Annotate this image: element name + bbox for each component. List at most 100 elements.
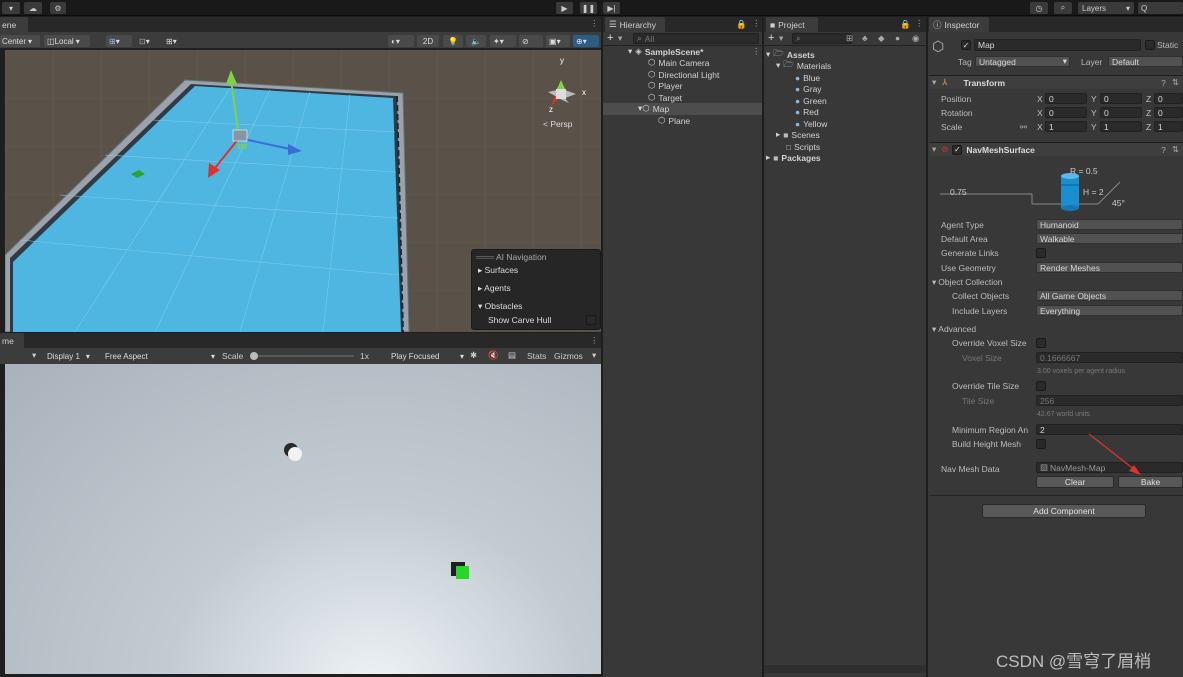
tree-scene-root[interactable]: ▾ ◈ SampleScene*	[628, 46, 703, 57]
increment-dropdown[interactable]: ⊞ ▾	[163, 35, 189, 47]
navmesh-surface-header[interactable]: ▾ ⊘ ✓ NavMeshSurface ? ⇅	[929, 142, 1183, 156]
snap-increment-dropdown[interactable]: ⊡ ▾	[136, 35, 160, 47]
position-x-field[interactable]: 0	[1045, 93, 1087, 104]
stats-button[interactable]: Stats	[527, 351, 546, 361]
use-geometry-dropdown[interactable]: Render Meshes	[1036, 262, 1183, 273]
tree-item-directional-light[interactable]: ⬡ Directional Light	[648, 69, 719, 80]
services-button[interactable]: ⚙	[50, 2, 66, 14]
overlay-surfaces[interactable]: ▸ Surfaces	[478, 265, 518, 276]
help-icon[interactable]: ?	[1161, 78, 1166, 88]
add-icon[interactable]: +	[768, 32, 774, 44]
more-menu-icon[interactable]: ⋮	[915, 18, 924, 29]
generate-links-checkbox[interactable]	[1036, 248, 1046, 258]
bug-icon[interactable]: ✱	[470, 350, 477, 361]
game-view-dropdown[interactable]: ▾	[32, 350, 36, 361]
layer-dropdown[interactable]: Default	[1108, 56, 1183, 67]
gizmos-button[interactable]: Gizmos	[554, 351, 583, 361]
audio-toggle[interactable]: 🔈	[466, 35, 486, 47]
tab-project[interactable]: ■ Project	[766, 17, 818, 32]
tree-material-gray[interactable]: ● Gray	[795, 83, 822, 94]
tab-game[interactable]: me	[0, 333, 24, 348]
add-icon[interactable]: +	[607, 32, 613, 44]
hidden-packages-icon[interactable]: ◉	[912, 33, 919, 44]
chevron-down-icon[interactable]: ▾	[592, 350, 596, 361]
scale-x-field[interactable]: 1	[1045, 121, 1087, 132]
mute-audio-icon[interactable]: 🔇	[488, 350, 499, 361]
perspective-label[interactable]: < Persp	[543, 119, 573, 129]
chevron-down-icon[interactable]: ▾	[618, 33, 622, 44]
pivot-dropdown[interactable]: Center ▾	[0, 35, 40, 47]
filter-icon[interactable]: ♣	[862, 33, 868, 43]
scale-z-field[interactable]: 1	[1154, 121, 1183, 132]
space-dropdown[interactable]: ◫ Local ▾	[44, 35, 90, 47]
tree-material-green[interactable]: ● Green	[795, 95, 827, 106]
preset-icon[interactable]: ⇅	[1172, 144, 1179, 155]
preset-icon[interactable]: ⇅	[1172, 77, 1179, 88]
rotation-z-field[interactable]: 0	[1154, 107, 1183, 118]
scale-slider[interactable]	[252, 355, 354, 357]
agent-type-dropdown[interactable]: Humanoid	[1036, 219, 1183, 230]
layout-dropdown[interactable]: Q	[1138, 2, 1183, 14]
build-height-mesh-checkbox[interactable]	[1036, 439, 1046, 449]
hidden-objects-toggle[interactable]: ⊘	[519, 35, 543, 47]
2d-toggle[interactable]: 2D	[417, 35, 439, 47]
transform-header[interactable]: ▾ ⅄ Transform ? ⇅	[929, 75, 1183, 89]
scale-y-field[interactable]: 1	[1100, 121, 1142, 132]
tree-material-red[interactable]: ● Red	[795, 106, 819, 117]
grid-snap-dropdown[interactable]: ⊞ ▾	[106, 35, 132, 47]
tree-item-main-camera[interactable]: ⬡ Main Camera	[648, 57, 709, 68]
draw-mode-dropdown[interactable]: ◐ ▾	[388, 35, 414, 47]
include-layers-dropdown[interactable]: Everything	[1036, 305, 1183, 316]
display-dropdown[interactable]: Display 1 ▾	[44, 350, 99, 362]
camera-dropdown[interactable]: ▣ ▾	[546, 35, 570, 47]
lock-icon[interactable]: 🔒	[900, 19, 911, 30]
rotation-y-field[interactable]: 0	[1100, 107, 1142, 118]
default-area-dropdown[interactable]: Walkable	[1036, 233, 1183, 244]
pause-button[interactable]: ❚❚	[580, 2, 597, 14]
effects-dropdown[interactable]: ✦ ▾	[490, 35, 516, 47]
tree-material-yellow[interactable]: ● Yellow	[795, 118, 827, 129]
tree-packages[interactable]: ▸ ■ Packages	[766, 152, 821, 163]
active-checkbox[interactable]: ✓	[961, 40, 971, 50]
more-menu-icon[interactable]: ⋮	[590, 335, 599, 346]
more-menu-icon[interactable]: ⋮	[752, 46, 761, 57]
game-viewport[interactable]	[5, 364, 601, 674]
override-tile-checkbox[interactable]	[1036, 381, 1046, 391]
chevron-down-icon[interactable]: ▾	[779, 33, 783, 44]
label-icon[interactable]: ◆	[878, 33, 885, 44]
tree-item-plane[interactable]: ⬡ Plane	[658, 115, 690, 126]
tag-dropdown[interactable]: Untagged ▾	[975, 56, 1070, 67]
tree-materials[interactable]: ▾ 🗁 Materials	[776, 59, 831, 71]
rotation-x-field[interactable]: 0	[1045, 107, 1087, 118]
history-button[interactable]: ◷	[1030, 2, 1048, 14]
lighting-toggle[interactable]: 💡	[443, 35, 463, 47]
position-y-field[interactable]: 0	[1100, 93, 1142, 104]
add-component-button[interactable]: Add Component	[982, 504, 1146, 518]
object-name-input[interactable]: Map	[974, 39, 1141, 51]
hierarchy-search-input[interactable]: ⌕ All	[633, 33, 759, 44]
step-button[interactable]: ▶|	[603, 2, 620, 14]
shortcuts-icon[interactable]: ▤	[508, 350, 516, 361]
tree-item-player[interactable]: ⬡ Player	[648, 80, 683, 91]
show-carve-hull-checkbox[interactable]	[586, 315, 596, 325]
search-type-icon[interactable]: ⊞	[846, 33, 853, 44]
link-icon[interactable]: ⚯	[1020, 122, 1027, 133]
tab-hierarchy[interactable]: ☰ Hierarchy	[605, 17, 665, 32]
scene-viewport[interactable]: y x z < Persp ═══ AI Navigation ▸ Surfac…	[5, 50, 601, 332]
more-menu-icon[interactable]: ⋮	[590, 18, 599, 29]
overlay-agents[interactable]: ▸ Agents	[478, 283, 511, 294]
position-z-field[interactable]: 0	[1154, 93, 1183, 104]
tab-inspector[interactable]: ⓘ Inspector	[929, 17, 989, 32]
scale-slider-thumb[interactable]	[250, 352, 258, 360]
overlay-obstacles[interactable]: ▾ Obstacles	[478, 301, 522, 312]
play-button[interactable]: ▶	[556, 2, 573, 14]
navmesh-enabled-checkbox[interactable]: ✓	[952, 144, 963, 155]
tree-material-blue[interactable]: ● Blue	[795, 72, 820, 83]
tree-scenes[interactable]: ▸ ■ Scenes	[776, 129, 820, 140]
tree-item-map[interactable]: ▾ ⬡ Map	[638, 103, 669, 114]
project-search-input[interactable]: ⌕	[792, 33, 852, 44]
gizmos-dropdown[interactable]: ⊕ ▾	[573, 35, 599, 47]
tree-item-target[interactable]: ⬡ Target	[648, 92, 682, 103]
static-checkbox[interactable]	[1145, 40, 1155, 50]
aspect-dropdown[interactable]: Free Aspect ▾	[102, 350, 217, 362]
